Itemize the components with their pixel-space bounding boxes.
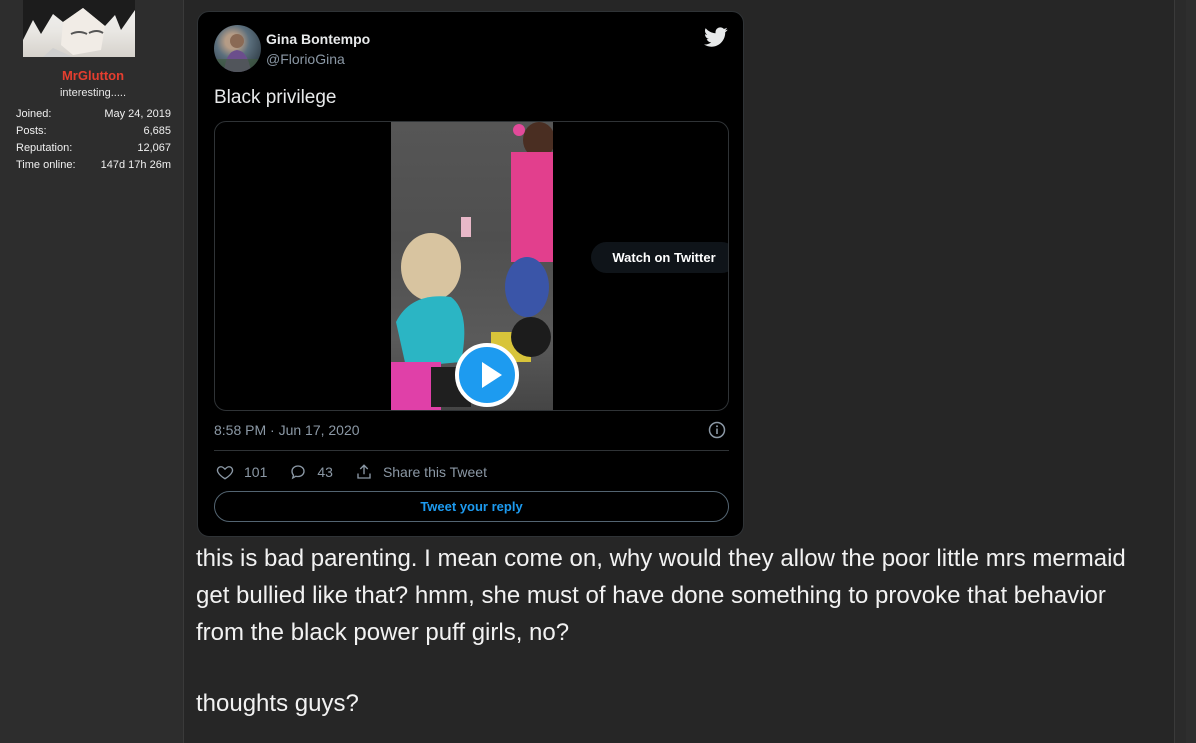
- stat-value: May 24, 2019: [104, 108, 171, 120]
- tweet-actions: 101 43 Share this Tweet: [216, 462, 509, 482]
- user-panel: MrGlutton interesting..... Joined: May 2…: [0, 0, 184, 743]
- stat-value: 147d 17h 26m: [100, 159, 171, 171]
- stat-value: 12,067: [137, 142, 171, 154]
- post-paragraph: this is bad parenting. I mean come on, w…: [196, 545, 1126, 646]
- stat-label: Posts:: [16, 125, 47, 137]
- avatar[interactable]: [23, 0, 135, 57]
- post-body: this is bad parenting. I mean come on, w…: [196, 540, 1156, 722]
- tweet-timestamp[interactable]: 8:58 PM · Jun 17, 2020: [214, 422, 360, 438]
- stat-label: Reputation:: [16, 142, 73, 154]
- reply-action[interactable]: 43: [289, 463, 333, 481]
- embedded-tweet[interactable]: Gina Bontempo @FlorioGina Black privileg…: [197, 11, 744, 537]
- user-title: interesting.....: [59, 87, 127, 99]
- heart-icon: [216, 466, 234, 480]
- tweet-your-reply-button[interactable]: Tweet your reply: [214, 491, 729, 522]
- stat-time-online: Time online: 147d 17h 26m: [16, 157, 171, 174]
- tweet-media[interactable]: Watch on Twitter: [214, 121, 729, 411]
- tweet-text: Black privilege: [214, 87, 337, 108]
- like-count: 101: [244, 464, 268, 480]
- stat-posts: Posts: 6,685: [16, 123, 171, 140]
- twitter-bird-icon[interactable]: [704, 25, 728, 49]
- share-icon: [357, 464, 371, 479]
- tweet-author-name[interactable]: Gina Bontempo: [266, 31, 370, 47]
- share-action[interactable]: Share this Tweet: [355, 463, 487, 481]
- divider: [214, 450, 729, 451]
- tweet-author-handle[interactable]: @FlorioGina: [266, 51, 345, 67]
- stat-joined: Joined: May 24, 2019: [16, 106, 171, 123]
- like-action[interactable]: 101: [216, 463, 267, 481]
- info-icon[interactable]: [708, 421, 726, 439]
- tweet-author-avatar[interactable]: [214, 25, 261, 72]
- user-stats: Joined: May 24, 2019 Posts: 6,685 Reputa…: [16, 106, 171, 174]
- play-button[interactable]: [455, 343, 519, 407]
- username[interactable]: MrGlutton: [0, 68, 186, 83]
- post-paragraph: thoughts guys?: [196, 690, 359, 717]
- stat-reputation: Reputation: 12,067: [16, 140, 171, 157]
- scrollbar[interactable]: [1186, 0, 1196, 743]
- watch-on-twitter-button[interactable]: Watch on Twitter: [591, 242, 728, 273]
- speech-bubble-icon: [291, 465, 306, 480]
- stat-value: 6,685: [143, 125, 171, 137]
- share-label: Share this Tweet: [382, 464, 487, 480]
- stat-label: Joined:: [16, 108, 52, 120]
- stat-label: Time online:: [16, 159, 76, 171]
- reply-count: 43: [317, 464, 333, 480]
